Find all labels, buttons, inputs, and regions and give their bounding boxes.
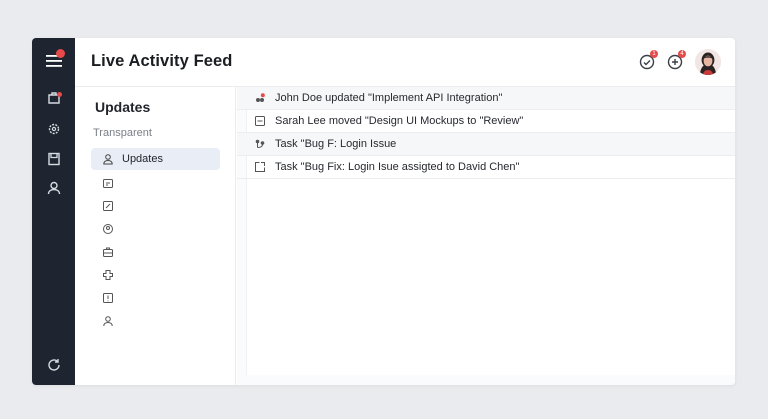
sidebar-item-label: Updates (122, 153, 163, 165)
list-item[interactable]: John Doe updated "Implement API Integrat… (237, 87, 735, 110)
avatar[interactable] (695, 49, 721, 75)
contact-icon (97, 218, 119, 240)
feed-footer-strip (237, 375, 735, 385)
team-icon (253, 91, 267, 105)
menu-button[interactable] (32, 48, 75, 74)
rail-profile-button[interactable] (32, 175, 75, 201)
user-icon (97, 148, 119, 170)
card-icon (253, 114, 267, 128)
list-item[interactable]: Task "Bug F: Login Issue (237, 133, 735, 156)
branch-icon (253, 137, 267, 151)
notifications-badge: 4 (678, 50, 686, 58)
activity-feed: John Doe updated "Implement API Integrat… (237, 87, 735, 385)
sidebar-item-contact[interactable] (91, 218, 220, 240)
person-icon (97, 310, 119, 332)
feed-item-text: Task "Bug F: Login Issue (275, 138, 397, 150)
refresh-icon (47, 359, 60, 371)
activity-button[interactable]: 1 (637, 50, 658, 72)
avatar-portrait-icon (695, 49, 721, 75)
alert-icon (97, 287, 119, 309)
sidebar-title: Updates (95, 99, 151, 115)
rail-notification-dot (57, 92, 62, 97)
rail-save-button[interactable] (32, 146, 75, 172)
sidebar-item-updates[interactable]: Updates (91, 148, 220, 170)
assign-icon (253, 160, 267, 174)
feed-item-text: Task "Bug Fix: Login Isue assigted to Da… (275, 161, 520, 173)
page-title: Live Activity Feed (91, 52, 233, 70)
sidebar-item-briefcase[interactable] (91, 241, 220, 263)
sidebar-item-edit[interactable] (91, 195, 220, 217)
notifications-button[interactable]: 4 (665, 50, 686, 72)
activity-badge: 1 (650, 50, 658, 58)
menu-notification-dot (56, 49, 65, 58)
list-item[interactable]: Sarah Lee moved "Design UI Mockups to "R… (237, 110, 735, 133)
briefcase-icon (97, 241, 119, 263)
list-item[interactable]: Task "Bug Fix: Login Isue assigted to Da… (237, 156, 735, 179)
app-window: Live Activity Feed 1 4 Updates Transpare… (32, 38, 735, 385)
feed-item-text: Sarah Lee moved "Design UI Mockups to "R… (275, 115, 524, 127)
rail-settings-button[interactable] (32, 116, 75, 142)
user-icon (47, 181, 60, 195)
edit-icon (97, 195, 119, 217)
sidebar-subtitle: Transparent (93, 127, 152, 139)
save-icon (47, 152, 60, 166)
feed-item-text: John Doe updated "Implement API Integrat… (275, 92, 503, 104)
sidebar-item-person[interactable] (91, 310, 220, 332)
sidebar-item-puzzle[interactable] (91, 264, 220, 286)
rail-inbox-button[interactable] (32, 85, 75, 111)
sidebar-item-alert[interactable] (91, 287, 220, 309)
app-header: Live Activity Feed 1 4 (75, 38, 735, 87)
rail-refresh-button[interactable] (32, 352, 75, 378)
icon-rail (32, 38, 75, 385)
sidebar-item-calendar[interactable] (91, 172, 220, 194)
calendar-icon (97, 172, 119, 194)
gear-icon (48, 123, 59, 135)
puzzle-icon (97, 264, 119, 286)
sidebar: Updates Transparent Updates (75, 87, 236, 385)
